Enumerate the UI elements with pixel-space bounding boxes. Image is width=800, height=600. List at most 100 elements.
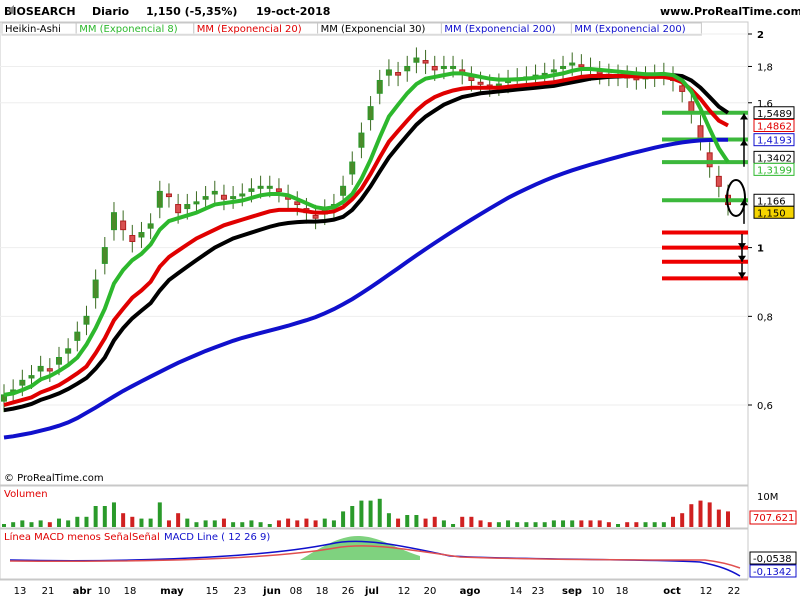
candle-body	[550, 69, 557, 73]
price-tag-label: 1,4193	[757, 136, 792, 147]
x-tick-label: 23	[234, 586, 247, 597]
volume-bar	[698, 500, 703, 527]
x-tick-label: oct	[663, 586, 681, 597]
candle-body	[92, 279, 99, 299]
volume-bar	[579, 520, 584, 527]
candle-body	[257, 185, 264, 189]
site-label: www.ProRealTime.com	[660, 5, 800, 18]
volume-bar	[533, 522, 538, 527]
x-tick-label: 22	[728, 586, 741, 597]
candle-body	[422, 60, 429, 64]
volume-bar	[524, 522, 529, 527]
volume-bar	[597, 520, 602, 527]
volume-bar	[212, 520, 217, 527]
volume-bar	[249, 520, 254, 527]
volume-bar	[423, 518, 428, 527]
candle-body	[193, 201, 200, 205]
x-tick-label: 10	[98, 586, 111, 597]
macd-label-line: MACD Line ( 12 26 9)	[164, 532, 270, 543]
period-label: Diario	[92, 5, 130, 18]
candle-body	[340, 185, 347, 196]
legend-item: MM (Exponencial 8)	[79, 24, 178, 35]
price-tag-label: 1,3402	[757, 153, 792, 164]
candle-body	[679, 85, 686, 92]
volume-bar	[506, 520, 511, 527]
volume-bar	[368, 500, 373, 527]
price-axis: 21,81,610,80,6	[748, 30, 773, 412]
volume-bar	[643, 522, 648, 527]
volume-bar	[716, 509, 721, 527]
macd-tag1: -0,0538	[753, 554, 792, 565]
candle-body	[697, 125, 704, 141]
volume-bar	[680, 513, 685, 527]
x-tick-label: 10	[592, 586, 605, 597]
volume-bar	[726, 511, 730, 527]
volume-bar	[341, 511, 346, 527]
y-tick-label: 1,8	[757, 62, 773, 73]
volume-bar	[148, 518, 153, 527]
candle-body	[74, 331, 81, 341]
volume-bar	[2, 524, 6, 527]
volume-bar	[561, 520, 566, 527]
volume-bar	[377, 498, 382, 527]
x-tick-label: 14	[510, 586, 523, 597]
symbol-label: BIOSEARCH	[4, 5, 76, 18]
candle-body	[46, 368, 53, 372]
candle-body	[569, 62, 576, 66]
candle-body	[129, 235, 136, 242]
volume-bar	[588, 520, 593, 527]
candle-body	[19, 379, 26, 386]
x-tick-label: 13	[14, 586, 27, 597]
volume-bar	[396, 518, 401, 527]
price-tag-label: 1,5489	[757, 109, 792, 120]
candle-body	[156, 190, 163, 208]
candle-body	[101, 247, 108, 264]
candle-body	[37, 365, 44, 372]
volume-bar	[313, 520, 318, 527]
price-panel	[0, 21, 749, 486]
candle-body	[266, 185, 273, 189]
volume-bar	[350, 506, 355, 527]
volume-bar	[75, 516, 80, 527]
candle-body	[202, 196, 209, 200]
volume-bar	[441, 520, 446, 527]
volume-bar	[478, 520, 483, 527]
x-tick-label: jul	[364, 586, 379, 597]
x-tick-label: may	[160, 586, 184, 597]
x-tick-label: 26	[342, 586, 355, 597]
volume-bar	[304, 518, 309, 527]
candle-body	[184, 204, 191, 210]
volume-bar	[258, 522, 263, 527]
price-tag-label: 1,166	[757, 196, 786, 207]
legend-item: MM (Exponencial 20)	[197, 24, 302, 35]
volume-bar	[231, 522, 236, 527]
y-tick-label: 0,6	[757, 401, 773, 412]
candle-body	[147, 223, 154, 229]
macd-label-signal: Señal	[132, 532, 160, 543]
volume-bar	[386, 513, 391, 527]
candle-body	[358, 132, 365, 148]
candle-body	[395, 72, 402, 76]
volume-bar	[616, 524, 621, 527]
candle-body	[294, 201, 301, 206]
volume-bar	[93, 506, 98, 527]
candle-body	[138, 232, 145, 238]
indicator-legend: Heikin-Ashi MM (Exponencial 8) MM (Exponen…	[1, 22, 702, 36]
candle-body	[367, 106, 374, 121]
volume-bar	[111, 502, 116, 527]
candle-body	[706, 152, 713, 168]
macd-tag2: -0,1342	[753, 567, 792, 578]
volume-bar	[322, 518, 327, 527]
volume-bar	[286, 518, 291, 527]
volume-bar	[84, 516, 89, 527]
candle-body	[55, 356, 62, 365]
y-tick-label: 2	[757, 30, 764, 41]
volume-bar	[276, 520, 281, 527]
candle-body	[120, 220, 127, 231]
x-tick-label: 18	[124, 586, 137, 597]
x-tick-label: 21	[42, 586, 55, 597]
candle-body	[110, 212, 117, 231]
volume-bar	[652, 522, 657, 527]
volume-bar	[295, 520, 300, 527]
candle-body	[175, 204, 182, 214]
